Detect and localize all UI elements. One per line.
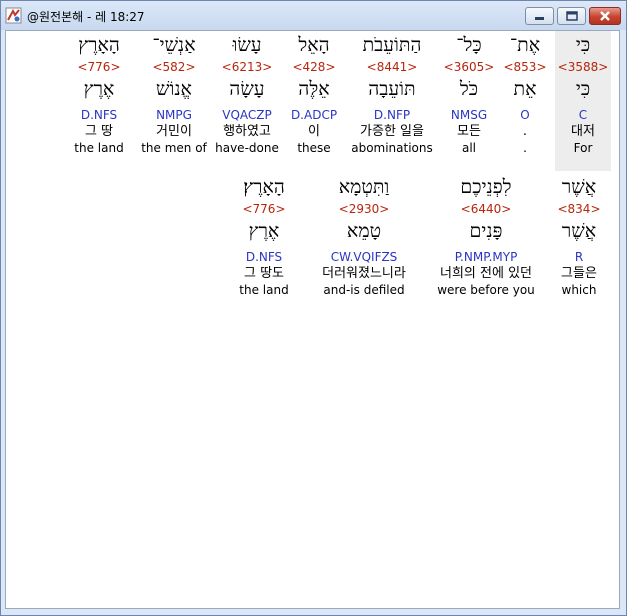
lexical-form: אֵת xyxy=(513,78,537,100)
lexical-form: כֹּל xyxy=(459,78,479,100)
word-card[interactable]: הָאֵל <428> אֵלֶּה D.ADCP 이 these xyxy=(285,31,343,156)
parsing-code: C xyxy=(578,108,588,122)
hebrew-word: כָּל־ xyxy=(456,34,482,56)
word-card[interactable]: אַנְשֵׁי־ <582> אֱנוֹשׁ NMPG 거민이 the men… xyxy=(139,31,209,156)
korean-gloss: 너희의 전에 있던 xyxy=(440,266,532,281)
restore-icon xyxy=(566,11,578,21)
hebrew-word: לִפְנֵיכֶם xyxy=(460,176,512,198)
hebrew-word: כִּי xyxy=(575,34,591,56)
english-gloss: For xyxy=(573,141,593,155)
close-button[interactable] xyxy=(589,7,621,25)
word-card[interactable]: כָּל־ <3605> כֹּל NMSG 모든 all xyxy=(443,31,495,156)
lexical-form: פָּנִים xyxy=(469,220,503,242)
window-title: @원전본해 - 레 18:27 xyxy=(27,10,145,24)
lexical-form: אֱנוֹשׁ xyxy=(156,78,192,100)
korean-gloss: . xyxy=(522,124,528,139)
parsing-code: D.NFS xyxy=(245,250,283,264)
close-icon xyxy=(600,11,610,21)
strong-number[interactable]: <428> xyxy=(285,59,343,75)
parsing-code: P.NMP.MYP xyxy=(454,250,518,264)
korean-gloss: 이 xyxy=(308,124,320,139)
korean-gloss: 그 땅 xyxy=(84,124,114,139)
english-gloss: have-done xyxy=(215,141,279,155)
parsing-code: NMSG xyxy=(450,108,488,122)
lexical-form: עָשָׂה xyxy=(229,78,265,100)
hebrew-word: הָאָרֶץ׃ xyxy=(243,176,285,198)
english-gloss: which xyxy=(561,283,597,297)
app-window: @원전본해 - 레 18:27 כִּי <3588> כִּי C 대저 Fo… xyxy=(0,0,627,616)
word-card[interactable]: אֲשֶׁר <834> אֲשֶׁר R 그들은 which xyxy=(550,173,608,298)
lexical-form: אֶרֶץ xyxy=(83,78,115,100)
word-card[interactable]: עָשׂוּ <6213> עָשָׂה VQACZP 행하였고 have-do… xyxy=(215,31,279,156)
app-icon xyxy=(5,7,22,24)
korean-gloss: 거민이 xyxy=(156,124,192,139)
maximize-button[interactable] xyxy=(557,7,586,25)
english-gloss: the men of xyxy=(141,141,207,155)
english-gloss: these xyxy=(297,141,331,155)
hebrew-word: אֲשֶׁר xyxy=(561,176,597,198)
strong-number[interactable]: <776> xyxy=(66,59,132,75)
lexical-form: אֶרֶץ xyxy=(248,220,280,242)
parsing-code: D.NFP xyxy=(373,108,411,122)
lexical-form: כִּי xyxy=(575,78,591,100)
title-bar[interactable]: @원전본해 - 레 18:27 xyxy=(1,1,626,30)
parsing-code: VQACZP xyxy=(222,108,272,122)
strong-number[interactable]: <834> xyxy=(550,201,608,217)
parsing-code: CW.VQIFZS xyxy=(330,250,398,264)
interlinear-view: כִּי <3588> כִּי C 대저 For אֶת־ <853> אֵת… xyxy=(5,30,620,609)
english-gloss: were before you xyxy=(437,283,535,297)
parsing-code: R xyxy=(574,250,584,264)
hebrew-word: הָאָרֶץ xyxy=(78,34,120,56)
word-card[interactable]: וַתִּטְמָא <2930> טָמֵא CW.VQIFZS 더러워졌느니… xyxy=(306,173,422,298)
strong-number[interactable]: <6440> xyxy=(426,201,546,217)
strong-number[interactable]: <6213> xyxy=(215,59,279,75)
hebrew-word: אַנְשֵׁי־ xyxy=(152,34,196,56)
lexical-form: אֲשֶׁר xyxy=(561,220,597,242)
english-gloss: abominations xyxy=(351,141,433,155)
hebrew-word: הַתּוֹעֵבֹת xyxy=(362,34,422,56)
hebrew-word: אֶת־ xyxy=(509,34,541,56)
korean-gloss: 그들은 xyxy=(561,266,597,281)
lexical-form: טָמֵא xyxy=(346,220,382,242)
strong-number[interactable]: <3605> xyxy=(443,59,495,75)
korean-gloss: 그 땅도 xyxy=(243,266,284,281)
english-gloss: the land xyxy=(239,283,289,297)
korean-gloss: 대저 xyxy=(571,124,595,139)
strong-number[interactable]: <8441> xyxy=(347,59,437,75)
korean-gloss: 더러워졌느니라 xyxy=(322,266,406,281)
lexical-form: אֵלֶּה xyxy=(298,78,330,100)
english-gloss: all xyxy=(461,141,477,155)
strong-number[interactable]: <3588> xyxy=(555,59,611,75)
minimize-button[interactable] xyxy=(525,7,554,25)
word-card[interactable]: כִּי <3588> כִּי C 대저 For xyxy=(555,31,611,171)
hebrew-word: וַתִּטְמָא xyxy=(338,176,390,198)
strong-number[interactable]: <2930> xyxy=(306,201,422,217)
lexical-form: תּוֹעֵבָה xyxy=(368,78,416,100)
strong-number[interactable]: <853> xyxy=(502,59,548,75)
korean-gloss: 행하였고 xyxy=(223,124,271,139)
english-gloss: . xyxy=(523,141,527,155)
minimize-icon xyxy=(535,17,544,20)
word-card[interactable]: הַתּוֹעֵבֹת <8441> תּוֹעֵבָה D.NFP 가증한 일… xyxy=(347,31,437,156)
parsing-code: D.NFS xyxy=(80,108,118,122)
hebrew-word: הָאֵל xyxy=(298,34,330,56)
english-gloss: and-is defiled xyxy=(323,283,405,297)
parsing-code: D.ADCP xyxy=(290,108,338,122)
word-card[interactable]: לִפְנֵיכֶם <6440> פָּנִים P.NMP.MYP 너희의 … xyxy=(426,173,546,298)
word-card[interactable]: הָאָרֶץ׃ <776> אֶרֶץ D.NFS 그 땅도 the land xyxy=(228,173,300,298)
hebrew-word: עָשׂוּ xyxy=(232,34,262,56)
parsing-code: O xyxy=(520,108,530,122)
strong-number[interactable]: <776> xyxy=(228,201,300,217)
parsing-code: NMPG xyxy=(156,108,192,122)
english-gloss: the land xyxy=(74,141,124,155)
korean-gloss: 가증한 일을 xyxy=(360,124,424,139)
korean-gloss: 모든 xyxy=(457,124,481,139)
word-card[interactable]: הָאָרֶץ <776> אֶרֶץ D.NFS 그 땅 the land xyxy=(66,31,132,156)
strong-number[interactable]: <582> xyxy=(139,59,209,75)
word-card[interactable]: אֶת־ <853> אֵת O . . xyxy=(502,31,548,156)
